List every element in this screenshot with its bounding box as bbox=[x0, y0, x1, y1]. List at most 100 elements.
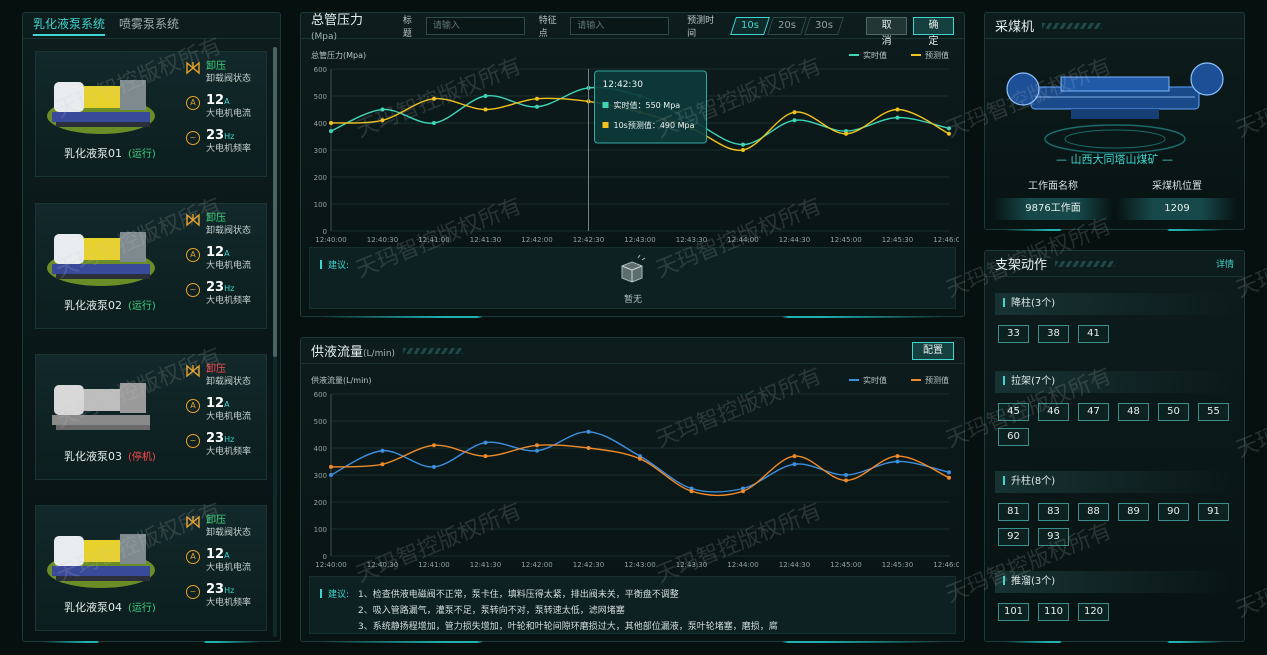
data-point[interactable] bbox=[792, 454, 797, 459]
support-chip[interactable]: 120 bbox=[1078, 603, 1109, 621]
data-point[interactable] bbox=[535, 104, 539, 109]
data-point[interactable] bbox=[741, 489, 745, 494]
data-point[interactable] bbox=[432, 443, 436, 448]
support-chip[interactable]: 83 bbox=[1038, 503, 1069, 521]
data-point[interactable] bbox=[432, 96, 436, 101]
predict-20s[interactable]: 20s bbox=[767, 16, 808, 35]
x-tick-label: 12:45:30 bbox=[882, 236, 913, 244]
data-point[interactable] bbox=[895, 107, 900, 112]
data-point[interactable] bbox=[895, 459, 900, 464]
flow-chart[interactable]: 供液流量(L/min) 0 100 200 300 400 500 600 12:40:00 12… bbox=[309, 370, 959, 570]
predict-30s[interactable]: 30s bbox=[804, 16, 845, 35]
support-chip[interactable]: 90 bbox=[1158, 503, 1189, 521]
data-point[interactable] bbox=[586, 429, 591, 434]
confirm-button[interactable]: 确定 bbox=[913, 16, 955, 47]
support-chip[interactable]: 55 bbox=[1198, 403, 1229, 421]
pump-list-scrollbar[interactable] bbox=[273, 47, 277, 637]
data-point[interactable] bbox=[380, 448, 385, 453]
frequency-value: 23Hz bbox=[206, 280, 235, 295]
data-point[interactable] bbox=[329, 129, 333, 134]
current-value: 12A bbox=[206, 547, 230, 562]
mine-name: — 山西大同塔山煤矿 — bbox=[1056, 153, 1173, 166]
feature-input[interactable]: 请输入 bbox=[570, 16, 670, 35]
pump-card[interactable]: 乳化液泵03 (停机) 卸压 卸载阀状态 A 12A 大电机电流 ~23Hz 大电机频率 bbox=[35, 354, 267, 480]
x-tick-label: 12:44:30 bbox=[779, 561, 810, 569]
support-chip[interactable]: 47 bbox=[1078, 403, 1109, 421]
support-chip[interactable]: 46 bbox=[1038, 403, 1069, 421]
data-point[interactable] bbox=[792, 110, 797, 115]
data-point[interactable] bbox=[947, 470, 951, 475]
pump-card[interactable]: 乳化液泵02 (运行) 卸压 卸载阀状态 A 12A 大电机电流 ~23Hz 大电机频率 bbox=[35, 203, 267, 329]
scroll-thumb[interactable] bbox=[273, 47, 277, 357]
data-point[interactable] bbox=[947, 126, 951, 131]
data-point[interactable] bbox=[895, 454, 900, 459]
tab-emulsion-pump[interactable]: 乳化液泵系统 bbox=[33, 15, 106, 36]
x-tick-label: 12:42:00 bbox=[521, 236, 552, 244]
data-point[interactable] bbox=[689, 489, 694, 494]
support-chip[interactable]: 91 bbox=[1198, 503, 1229, 521]
data-point[interactable] bbox=[844, 478, 848, 483]
valve-label: 卸载阀状态 bbox=[206, 377, 252, 387]
y-tick-label: 200 bbox=[314, 174, 327, 182]
predict-10s[interactable]: 10s bbox=[730, 16, 771, 35]
support-chip[interactable]: 110 bbox=[1038, 603, 1069, 621]
data-point[interactable] bbox=[895, 115, 900, 120]
data-point[interactable] bbox=[844, 131, 848, 136]
frequency-value: 23Hz bbox=[206, 582, 235, 597]
config-button[interactable]: 配置 bbox=[912, 341, 954, 360]
data-point[interactable] bbox=[947, 131, 951, 136]
support-chip[interactable]: 33 bbox=[998, 325, 1029, 343]
support-chip[interactable]: 89 bbox=[1118, 503, 1149, 521]
data-point[interactable] bbox=[483, 440, 488, 445]
support-chip[interactable]: 48 bbox=[1118, 403, 1149, 421]
support-chip[interactable]: 41 bbox=[1078, 325, 1109, 343]
x-tick-label: 12:45:30 bbox=[882, 561, 913, 569]
support-chip[interactable]: 88 bbox=[1078, 503, 1109, 521]
tab-spray-pump[interactable]: 喷雾泵系统 bbox=[119, 15, 179, 36]
data-point[interactable] bbox=[947, 475, 951, 480]
support-chip[interactable]: 101 bbox=[998, 603, 1029, 621]
legend-label: 预测值 bbox=[925, 50, 949, 60]
data-point[interactable] bbox=[329, 473, 333, 477]
data-point[interactable] bbox=[741, 148, 745, 152]
title-input[interactable]: 请输入 bbox=[425, 16, 525, 35]
data-point[interactable] bbox=[535, 448, 539, 453]
pressure-chart[interactable]: 总管压力(Mpa) 0 100 200 300 400 500 600 12:40:00 12:4… bbox=[309, 45, 959, 245]
data-point[interactable] bbox=[535, 443, 539, 448]
y-tick-label: 100 bbox=[314, 526, 327, 534]
data-point[interactable] bbox=[483, 454, 488, 459]
data-point[interactable] bbox=[329, 121, 333, 125]
data-point[interactable] bbox=[844, 473, 848, 477]
pump-card[interactable]: 乳化液泵04 (运行) 卸压 卸载阀状态 A 12A 大电机电流 ~23Hz 大电机频率 bbox=[35, 505, 267, 631]
y-tick-label: 0 bbox=[323, 228, 327, 236]
pressure-panel: 总管压力(Mpa) 标题 请输入 特征点 请输入 预测时间 10s 20s 30… bbox=[300, 12, 965, 318]
data-point[interactable] bbox=[792, 462, 797, 467]
support-chip[interactable]: 92 bbox=[998, 528, 1029, 546]
detail-link[interactable]: 详情 bbox=[1216, 257, 1234, 270]
data-point[interactable] bbox=[586, 446, 591, 450]
data-point[interactable] bbox=[432, 121, 436, 125]
data-point[interactable] bbox=[432, 464, 436, 469]
support-header: 支架动作 详情 bbox=[985, 251, 1244, 277]
support-chip[interactable]: 45 bbox=[998, 403, 1029, 421]
data-point[interactable] bbox=[483, 107, 488, 112]
data-point[interactable] bbox=[380, 107, 385, 112]
cancel-button[interactable]: 取消 bbox=[866, 16, 908, 47]
data-point[interactable] bbox=[741, 142, 745, 147]
current-label: 大电机电流 bbox=[206, 109, 252, 119]
support-chip[interactable]: 81 bbox=[998, 503, 1029, 521]
pump-card[interactable]: 乳化液泵01 (运行) 卸压 卸载阀状态 A 12A 大电机电流 ~23Hz 大电机频率 bbox=[35, 51, 267, 177]
data-point[interactable] bbox=[380, 462, 385, 467]
data-point[interactable] bbox=[638, 456, 642, 461]
support-chip[interactable]: 60 bbox=[998, 428, 1029, 446]
support-chip[interactable]: 38 bbox=[1038, 325, 1069, 343]
support-chip[interactable]: 50 bbox=[1158, 403, 1189, 421]
data-point[interactable] bbox=[380, 118, 385, 123]
data-point[interactable] bbox=[329, 464, 333, 469]
data-point[interactable] bbox=[792, 118, 797, 123]
support-group: 降柱(3个) 33 38 41 bbox=[995, 293, 1234, 343]
x-tick-label: 12:43:00 bbox=[624, 561, 655, 569]
support-chip[interactable]: 93 bbox=[1038, 528, 1069, 546]
data-point[interactable] bbox=[483, 94, 488, 98]
data-point[interactable] bbox=[535, 96, 539, 101]
